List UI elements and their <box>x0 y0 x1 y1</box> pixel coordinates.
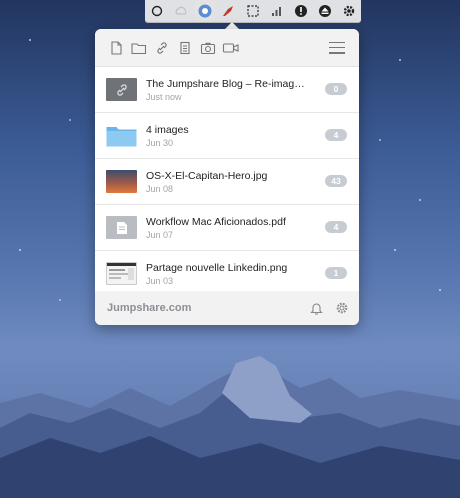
document-thumbnail <box>106 216 137 239</box>
mountain-landscape <box>0 356 460 498</box>
link-icon[interactable] <box>151 37 173 59</box>
view-count-badge: 4 <box>325 221 347 233</box>
list-item[interactable]: 4 images Jun 30 4 <box>95 113 359 159</box>
view-count-badge: 1 <box>325 267 347 279</box>
jumpshare-popover: The Jumpshare Blog – Re-imagining... Jus… <box>95 29 359 325</box>
hamburger-menu-icon[interactable] <box>329 41 345 54</box>
jumpshare-icon[interactable] <box>195 0 215 22</box>
link-thumbnail <box>106 78 137 101</box>
eject-icon[interactable] <box>315 0 335 22</box>
signal-icon[interactable] <box>267 0 287 22</box>
image-thumbnail <box>106 170 137 193</box>
rocket-icon[interactable] <box>219 0 239 22</box>
view-count-badge: 4 <box>325 129 347 141</box>
new-file-icon[interactable] <box>105 37 127 59</box>
view-count-badge: 0 <box>325 83 347 95</box>
file-name: Partage nouvelle Linkedin.png <box>146 261 288 274</box>
jumpshare-link[interactable]: Jumpshare.com <box>107 302 191 314</box>
screenshot-thumbnail <box>106 262 137 285</box>
record-icon[interactable] <box>147 0 167 22</box>
settings-gear-icon[interactable] <box>334 300 350 316</box>
cloud-icon[interactable] <box>171 0 191 22</box>
video-camera-icon[interactable] <box>220 37 242 59</box>
system-menu-bar <box>145 0 361 23</box>
list-item[interactable]: Workflow Mac Aficionados.pdf Jun 07 4 <box>95 205 359 251</box>
folder-icon[interactable] <box>128 37 150 59</box>
list-item[interactable]: OS-X-El-Capitan-Hero.jpg Jun 08 43 <box>95 159 359 205</box>
upload-toolbar <box>95 29 359 67</box>
bell-icon[interactable] <box>308 300 324 316</box>
file-list: The Jumpshare Blog – Re-imagining... Jus… <box>95 67 359 297</box>
note-icon[interactable] <box>174 37 196 59</box>
popover-footer: Jumpshare.com <box>95 291 359 325</box>
file-name: The Jumpshare Blog – Re-imagining... <box>146 77 306 90</box>
screenshot-crop-icon[interactable] <box>243 0 263 22</box>
camera-icon[interactable] <box>197 37 219 59</box>
folder-thumbnail <box>106 124 137 147</box>
file-name: OS-X-El-Capitan-Hero.jpg <box>146 169 268 182</box>
file-name: Workflow Mac Aficionados.pdf <box>146 215 286 228</box>
file-name: 4 images <box>146 123 189 136</box>
list-item[interactable]: The Jumpshare Blog – Re-imagining... Jus… <box>95 67 359 113</box>
gear-icon[interactable] <box>339 0 359 22</box>
view-count-badge: 43 <box>325 175 347 187</box>
info-icon[interactable] <box>291 0 311 22</box>
